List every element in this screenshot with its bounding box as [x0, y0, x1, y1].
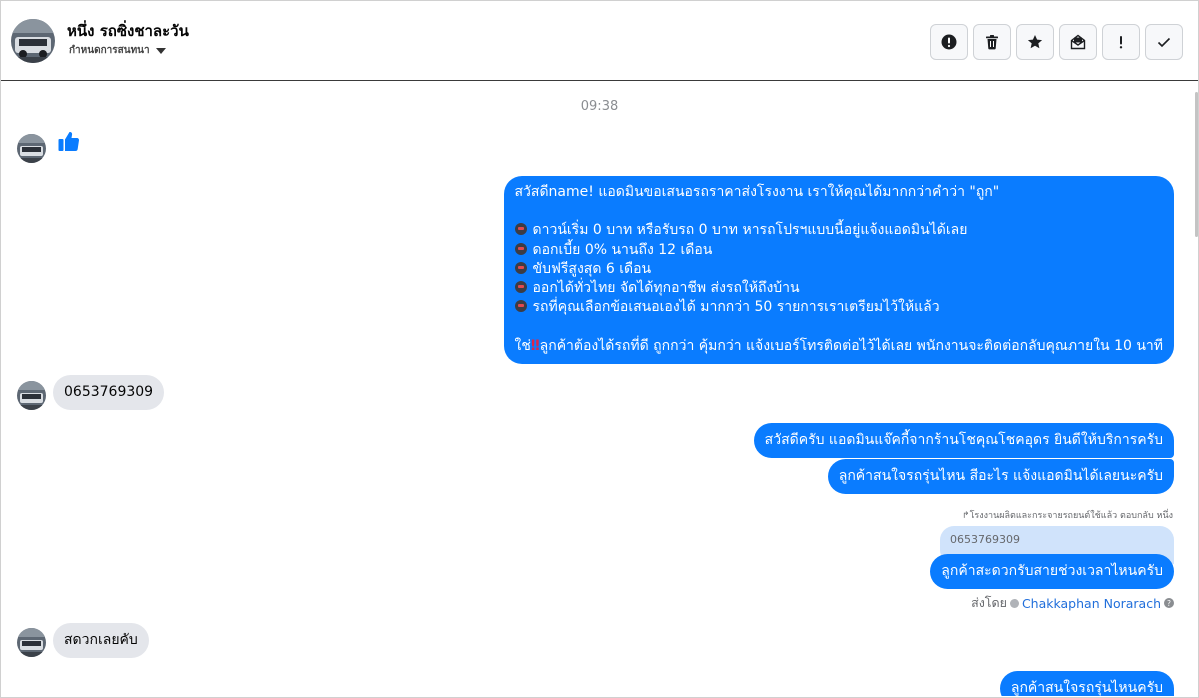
message-line: สวัสดีname! แอดมินขอเสนอรถราคาส่งโรงงาน … [514, 184, 1000, 200]
message-timestamp: 09:38 [580, 99, 619, 114]
assign-label: กำหนดการสนทนา [69, 45, 150, 56]
agent-avatar-icon [1009, 598, 1019, 608]
svg-text:?: ? [1167, 599, 1171, 608]
reply-context-text: โรงงานผลิตและกระจายรถยนต์ใช้แล้ว ตอบกลับ… [969, 511, 1173, 521]
envelope-open-icon [1070, 34, 1086, 50]
priority-button[interactable] [1102, 24, 1140, 60]
outgoing-message[interactable]: สวัสดีครับ แอดมินแจ๊คกี้จากร้านโชคุณโชคอ… [753, 423, 1174, 458]
outgoing-message[interactable]: ลูกค้าสนใจรถรุ่นไหน สีอะไร แจ้งแอดมินได้… [827, 459, 1174, 494]
spam-button[interactable] [930, 24, 968, 60]
message-line: รถที่คุณเลือกข้อเสนอเองได้ มากกว่า 50 รา… [532, 299, 940, 316]
star-button[interactable] [1016, 24, 1054, 60]
incoming-message[interactable]: สดวกเลยคับ [53, 623, 149, 658]
avatar[interactable] [17, 134, 46, 163]
contact-name: หนึ่ง รถซิ่งชาละวัน [67, 22, 189, 40]
message-line: ใช่ [514, 337, 531, 354]
thumbs-up-icon[interactable] [58, 130, 80, 156]
help-icon[interactable]: ? [1164, 598, 1174, 608]
alert-circle-icon [941, 34, 957, 50]
outgoing-message[interactable]: ลูกค้าสนใจรถรุ่นไหนครับ [999, 671, 1174, 696]
message-line: ออกได้ทั่วไทย จัดได้ทุกอาชีพ ส่งรถให้ถึง… [532, 279, 800, 296]
star-icon [1027, 35, 1043, 49]
message-line: ดอกเบี้ย 0% นานถึง 12 เดือน [532, 241, 713, 258]
delete-button[interactable] [973, 24, 1011, 60]
conversation-thread[interactable]: 09:38 สวัสดีname! แอดมินขอเสนอรถราคาส่งโ… [1, 82, 1198, 696]
mark-unread-button[interactable] [1059, 24, 1097, 60]
assign-conversation-dropdown[interactable]: กำหนดการสนทนา [69, 43, 166, 58]
car-emoji-icon [514, 242, 527, 255]
caret-down-icon [155, 47, 166, 54]
avatar[interactable] [17, 628, 46, 657]
conversation-header: หนึ่ง รถซิ่งชาละวัน กำหนดการสนทนา [1, 1, 1198, 81]
exclamation-icon [1119, 36, 1123, 49]
trash-icon [986, 35, 998, 50]
sent-by-label: ส่งโดย [971, 595, 1007, 610]
double-exclamation-icon: ‼ [530, 337, 540, 354]
car-emoji-icon [514, 261, 527, 274]
outgoing-message[interactable]: ลูกค้าสะดวกรับสายช่วงเวลาไหนครับ [930, 554, 1174, 589]
sent-by-info: ส่งโดย Chakkaphan Norarach ? [971, 593, 1174, 613]
avatar[interactable] [11, 19, 55, 63]
done-button[interactable] [1145, 24, 1183, 60]
reply-context: ↱โรงงานผลิตและกระจายรถยนต์ใช้แล้ว ตอบกลั… [962, 511, 1173, 521]
incoming-message[interactable]: 0653769309 [53, 375, 165, 410]
car-emoji-icon [514, 280, 527, 293]
car-emoji-icon [514, 300, 527, 313]
toolbar [930, 24, 1183, 60]
message-line: ดาวน์เริ่ม 0 บาท หรือรับรถ 0 บาท หารถโปร… [532, 222, 968, 239]
avatar[interactable] [17, 381, 46, 410]
outgoing-message[interactable]: สวัสดีname! แอดมินขอเสนอรถราคาส่งโรงงาน … [503, 176, 1174, 364]
scrollbar[interactable] [1195, 92, 1198, 237]
check-icon [1157, 37, 1171, 48]
message-line: ขับฟรีสูงสุด 6 เดือน [532, 260, 652, 277]
agent-name-link[interactable]: Chakkaphan Norarach [1022, 596, 1161, 611]
message-line: ลูกค้าต้องได้รถที่ดี ถูกกว่า คุ้มกว่า แจ… [539, 337, 1163, 354]
car-emoji-icon [514, 223, 527, 236]
